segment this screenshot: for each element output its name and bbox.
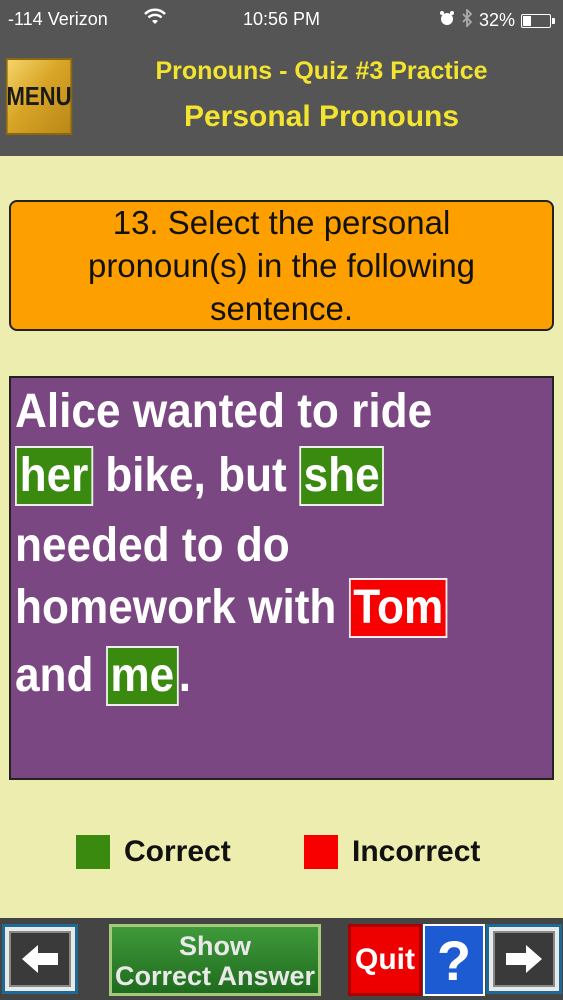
legend-correct: Correct	[76, 834, 231, 870]
sentence-text[interactable]: Alice wanted to ride	[15, 385, 432, 438]
incorrect-label: Incorrect	[352, 835, 481, 868]
word-her-correct[interactable]: her	[15, 446, 93, 506]
bluetooth-icon	[461, 7, 473, 32]
quiz-subtitle: Personal Pronouns	[183, 100, 460, 133]
battery-percent: 32%	[478, 10, 515, 30]
sentence-line: homework with Tom	[15, 578, 448, 638]
sentence-line: her bike, but she	[15, 446, 385, 506]
sentence-period: .	[178, 649, 192, 702]
show-label-line1: Show	[179, 931, 251, 961]
header-bar	[0, 38, 563, 156]
word-she-correct[interactable]: she	[299, 446, 385, 506]
show-label-line2: Correct Answer	[114, 961, 316, 991]
sentence-text[interactable]: homework with	[15, 581, 349, 634]
right-arrow-icon	[493, 931, 555, 987]
incorrect-swatch	[304, 835, 338, 869]
quiz-title: Pronouns - Quiz #3 Practice	[155, 57, 488, 85]
correct-label: Correct	[124, 835, 231, 868]
show-correct-answer-button[interactable]: Show Correct Answer	[109, 924, 321, 996]
sentence-box: Alice wanted to ride her bike, but she n…	[9, 376, 554, 780]
sentence-line: Alice wanted to ride	[15, 384, 432, 439]
back-button[interactable]	[2, 924, 78, 994]
word-tom-incorrect[interactable]: Tom	[348, 578, 448, 638]
next-button[interactable]	[486, 924, 562, 994]
alarm-icon	[439, 10, 455, 31]
sentence-line: needed to do	[15, 518, 290, 573]
word-me-correct[interactable]: me	[105, 646, 179, 706]
quit-button[interactable]: Quit	[348, 924, 422, 996]
question-text: 13. Select the personal pronoun(s) in th…	[87, 204, 476, 327]
sentence-text[interactable]: needed to do	[15, 519, 290, 572]
sentence-text[interactable]: and	[15, 649, 106, 702]
status-right-group: 32%	[439, 7, 555, 32]
left-arrow-icon	[9, 931, 71, 987]
status-bar: -114 Verizon 10:56 PM 32%	[0, 0, 563, 38]
legend-incorrect: Incorrect	[304, 834, 480, 870]
help-button[interactable]: ?	[423, 924, 485, 996]
menu-button[interactable]: MENU	[5, 58, 73, 135]
sentence-line: and me.	[15, 646, 191, 706]
sentence-text[interactable]: bike, but	[93, 449, 299, 502]
correct-swatch	[76, 835, 110, 869]
battery-icon	[521, 13, 555, 28]
question-box: 13. Select the personal pronoun(s) in th…	[9, 200, 554, 331]
